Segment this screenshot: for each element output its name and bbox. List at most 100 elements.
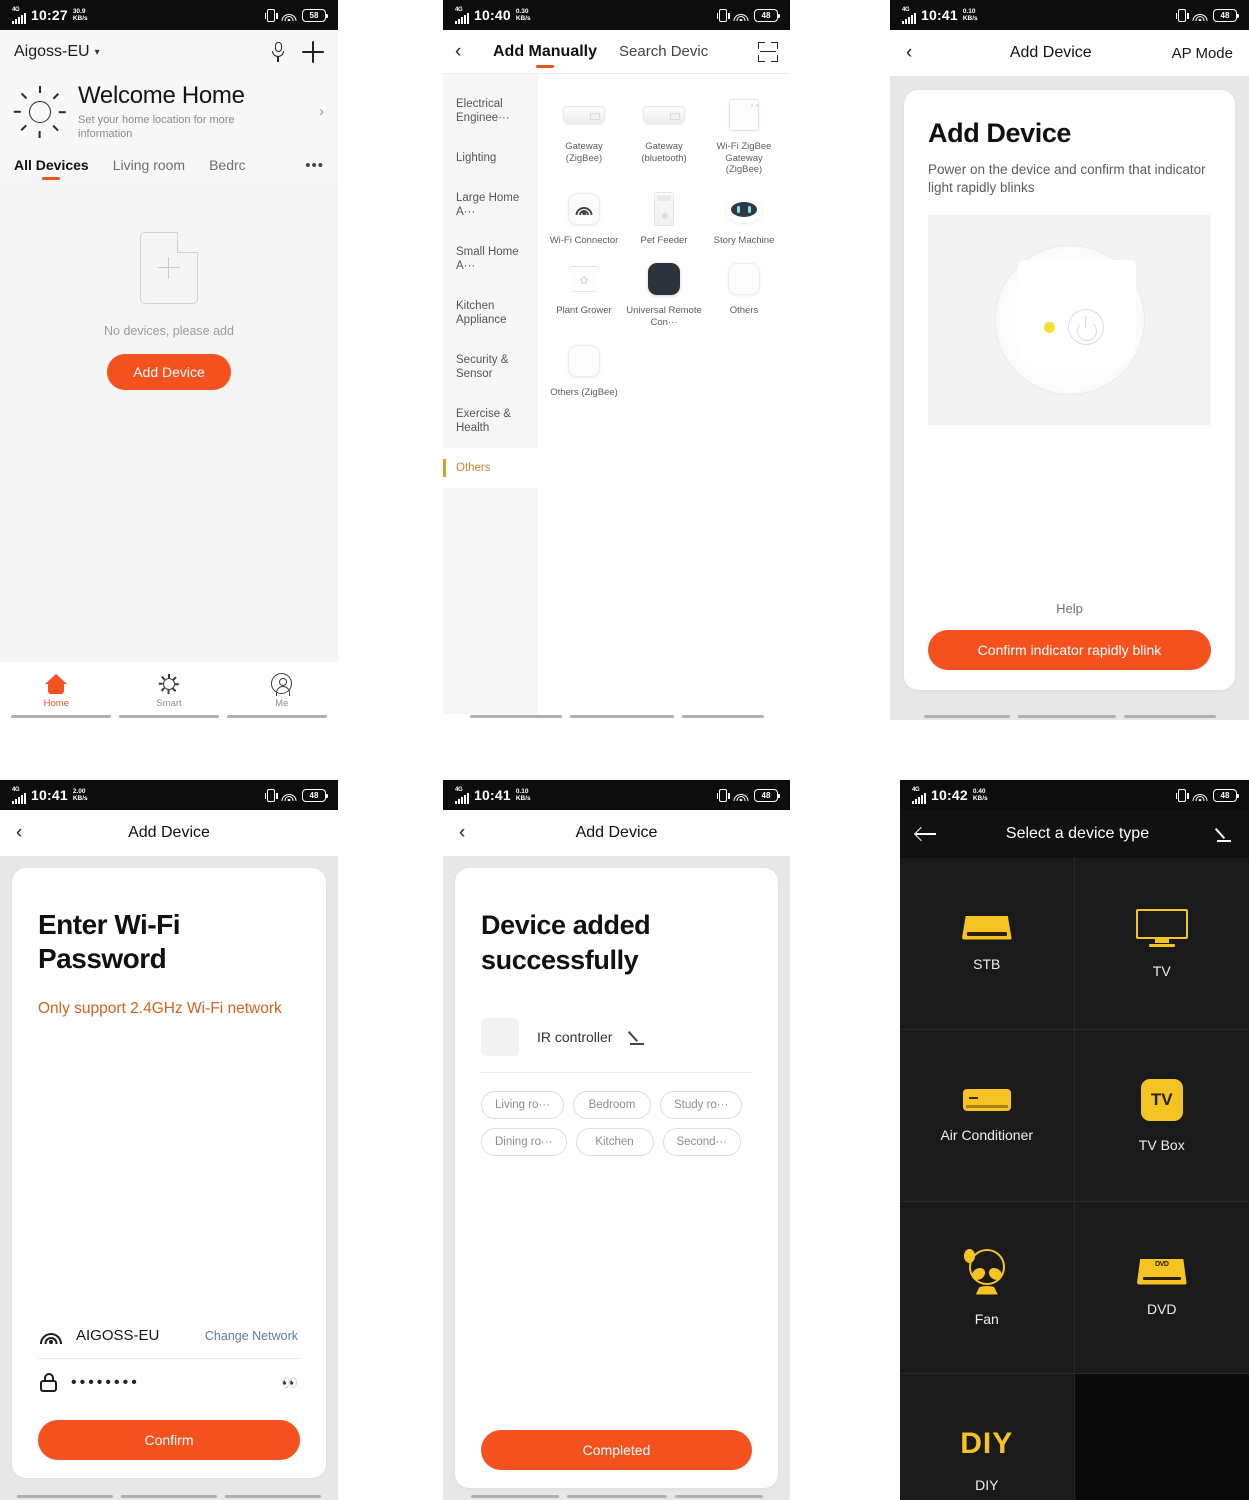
gesture-bar[interactable] [443,715,790,718]
device-type-tv[interactable]: TV [1074,858,1249,1030]
room-chip-kitchen[interactable]: Kitchen [575,1128,654,1156]
tab-search-device[interactable]: Search Devic [619,43,708,60]
home-header: Aigoss-EU ▾ Welcome Home Set your home l… [0,30,338,184]
back-icon[interactable]: ‹ [455,41,479,63]
device-item-gateway-zigbee[interactable]: Gateway (ZigBee) [544,88,624,178]
room-chip-bedroom[interactable]: Bedroom [572,1091,651,1119]
device-type-fan[interactable]: Fan [900,1202,1075,1374]
tab-all-devices[interactable]: All Devices [14,157,89,173]
device-item-others[interactable]: Others [704,252,784,330]
device-item-universal-remote[interactable]: Universal Remote Con··· [624,252,704,330]
home-icon [45,673,68,694]
device-type-tv-box[interactable]: TV TV Box [1074,1030,1249,1202]
help-link[interactable]: Help [928,601,1211,616]
tab-add-manually[interactable]: Add Manually [493,43,597,61]
add-device-button[interactable]: Add Device [107,354,231,390]
square-gateway-icon [721,94,767,136]
password-input[interactable]: •••••••• [71,1374,140,1392]
device-type-header: Select a device type [900,810,1249,858]
sidebar-item-others[interactable]: Others [443,448,538,488]
device-item-pet-feeder[interactable]: Pet Feeder [624,182,704,249]
nav-item-smart[interactable]: Smart [113,673,226,709]
signal-bars-icon [12,792,26,804]
others-icon [561,340,607,382]
gesture-bar[interactable] [0,715,338,718]
gesture-bar[interactable] [890,715,1249,718]
device-item-story-machine[interactable]: Story Machine [704,182,784,249]
room-chip-dining-room[interactable]: Dining ro··· [481,1128,567,1156]
home-name-label[interactable]: Aigoss-EU [14,43,90,61]
sidebar-item-kitchen-appliance[interactable]: Kitchen Appliance [443,286,538,340]
device-type-air-conditioner[interactable]: Air Conditioner [900,1030,1075,1202]
status-left: 4G 10:41 0.10 KB/s [902,7,978,24]
gesture-bar[interactable] [0,1495,338,1498]
home-header-actions [272,41,324,63]
chevron-right-icon[interactable]: › [319,103,324,120]
pencil-icon[interactable] [1214,826,1233,842]
sidebar-item-exercise-health[interactable]: Exercise & Health [443,394,538,448]
sidebar-item-lighting[interactable]: Lighting [443,138,538,178]
sidebar-item-small-home-appliances[interactable]: Small Home A··· [443,232,538,286]
device-item-plant-grower[interactable]: Plant Grower [544,252,624,330]
sidebar-item-large-home-appliances[interactable]: Large Home A··· [443,178,538,232]
back-icon[interactable]: ‹ [459,822,483,844]
ssid-row[interactable]: AIGOSS-EU Change Network [38,1313,300,1359]
status-bar-device-type: 4G 10:42 0.40 KB/s 48 [900,780,1249,810]
gesture-bar[interactable] [443,1495,790,1498]
wifi-password-content: Enter Wi-Fi Password Only support 2.4GHz… [0,856,338,1500]
sidebar-item-electrical[interactable]: Electrical Enginee··· [443,84,538,138]
signal-bars-icon [455,792,469,804]
back-icon[interactable]: ‹ [16,822,40,844]
ssid-value: AIGOSS-EU [76,1327,160,1344]
add-icon[interactable] [302,41,324,63]
category-sidebar: Electrical Enginee··· Lighting Large Hom… [443,74,538,714]
device-type-label: DVD [1146,1300,1177,1317]
device-item-wifi-zigbee-gateway[interactable]: Wi-Fi ZigBee Gateway (ZigBee) [704,88,784,178]
welcome-banner[interactable]: Welcome Home Set your home location for … [13,74,324,157]
completed-button[interactable]: Completed [481,1430,752,1470]
tab-bedroom[interactable]: Bedrc [209,157,246,173]
vibrate-icon [1175,8,1189,22]
signal-bars-icon [12,12,26,24]
added-device-row: IR controller [481,1000,752,1073]
add-device-header: ‹ Add Device AP Mode [890,30,1249,76]
room-chip-living-room[interactable]: Living ro··· [481,1091,564,1119]
scan-qr-icon[interactable] [758,41,778,62]
ap-mode-button[interactable]: AP Mode [1172,45,1233,62]
wifi-icon [733,790,748,801]
chevron-down-icon[interactable]: ▾ [95,47,100,58]
status-right: 58 [264,8,328,22]
device-item-others-zigbee[interactable]: Others (ZigBee) [544,334,624,401]
password-row[interactable]: •••••••• 👀 [38,1359,300,1406]
device-type-dvd[interactable]: DVD [1074,1202,1249,1374]
device-added-header: ‹ Add Device [443,810,790,856]
status-clock: 10:41 [31,787,68,803]
room-chip-second[interactable]: Second··· [662,1128,742,1156]
welcome-text: Welcome Home Set your home location for … [78,82,288,141]
nav-item-me[interactable]: Me [225,673,338,709]
more-tabs-icon[interactable]: ••• [305,157,324,174]
device-grid: Gateway (ZigBee) Gateway (bluetooth) Wi-… [538,74,790,714]
sidebar-item-security-sensor[interactable]: Security & Sensor [443,340,538,394]
back-icon[interactable]: ‹ [906,42,930,64]
pencil-icon[interactable] [628,1029,646,1045]
device-added-content: Device added successfully IR controller … [443,856,790,1500]
device-item-wifi-connector[interactable]: Wi-Fi Connector [544,182,624,249]
device-type-stb[interactable]: STB [900,858,1075,1030]
confirm-button[interactable]: Confirm [38,1420,300,1460]
change-network-link[interactable]: Change Network [205,1329,298,1343]
status-data-rate: 30.9 KB/s [72,8,88,22]
arrow-left-icon[interactable] [916,826,938,842]
wifi-icon [1192,790,1207,801]
warning-text: Only support 2.4GHz Wi-Fi network [38,1000,282,1017]
tab-living-room[interactable]: Living room [113,157,185,173]
eye-toggle-icon[interactable]: 👀 [282,1375,298,1391]
confirm-indicator-button[interactable]: Confirm indicator rapidly blink [928,630,1211,670]
device-type-diy[interactable]: DIY DIY [900,1374,1075,1500]
nav-item-home[interactable]: Home [0,673,113,709]
microphone-icon[interactable] [272,42,284,62]
device-item-gateway-bluetooth[interactable]: Gateway (bluetooth) [624,88,704,178]
room-chip-study-room[interactable]: Study ro··· [659,1091,743,1119]
gateway-icon [641,94,687,136]
panel-device-type: 4G 10:42 0.40 KB/s 48 Select a device typ… [900,780,1249,1500]
